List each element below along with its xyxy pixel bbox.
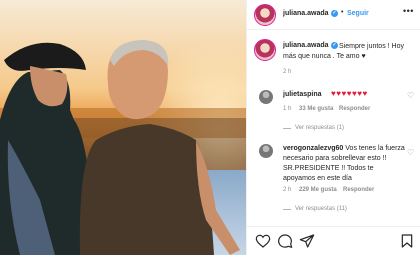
- comment-likes[interactable]: 229 Me gusta: [299, 187, 337, 193]
- view-replies-link[interactable]: Ver respuestas (11): [295, 206, 347, 212]
- like-comment-heart-icon[interactable]: ♡: [407, 91, 414, 100]
- comment-username[interactable]: verogonzalezvg60: [283, 145, 343, 152]
- like-heart-icon[interactable]: [255, 233, 271, 249]
- save-bookmark-icon[interactable]: [399, 233, 415, 249]
- reply-button[interactable]: Responder: [339, 106, 370, 112]
- post-actions-bar: [247, 226, 420, 255]
- comment-body: verogonzalezvg60 Vos tenes la fuerza nec…: [283, 144, 407, 184]
- caption-text: Siempre juntos ! Hoy más que nunca . Te …: [283, 43, 404, 60]
- caption-timestamp: 2 h: [283, 69, 292, 75]
- verified-badge-icon: ✓: [331, 10, 338, 17]
- comment-bubble-icon[interactable]: [277, 233, 293, 249]
- view-replies-link[interactable]: Ver respuestas (1): [295, 125, 344, 131]
- header-username[interactable]: juliana.awada: [283, 10, 329, 17]
- reply-button[interactable]: Responder: [343, 187, 374, 193]
- comment-likes[interactable]: 33 Me gusta: [299, 106, 333, 112]
- comment-timestamp: 2 h: [283, 187, 292, 193]
- comment-avatar[interactable]: [259, 144, 273, 158]
- post-photo[interactable]: [0, 0, 246, 255]
- follow-button[interactable]: Seguir: [347, 10, 369, 17]
- replies-divider: [283, 128, 291, 129]
- comment-text: ♥♥♥♥♥♥♥: [331, 89, 368, 98]
- comment-timestamp: 1 h: [283, 106, 292, 112]
- profile-avatar[interactable]: [254, 4, 276, 26]
- comment-username[interactable]: julietaspina: [283, 91, 322, 98]
- replies-divider: [283, 209, 291, 210]
- caption-avatar[interactable]: [254, 39, 276, 61]
- photo-image: [0, 0, 246, 255]
- comment-avatar[interactable]: [259, 90, 273, 104]
- like-comment-heart-icon[interactable]: ♡: [407, 148, 414, 157]
- share-paper-plane-icon[interactable]: [299, 233, 315, 249]
- more-options-icon[interactable]: •••: [403, 6, 414, 16]
- post-header: juliana.awada ✓ • Seguir •••: [247, 0, 420, 30]
- header-separator: •: [341, 9, 344, 16]
- post-side-panel: juliana.awada ✓ • Seguir ••• juliana.awa…: [246, 0, 420, 255]
